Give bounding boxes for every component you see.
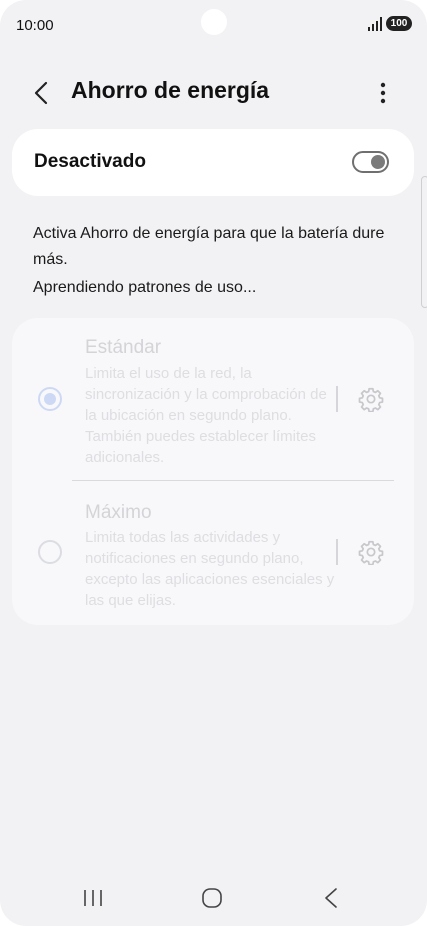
status-time: 10:00 (16, 17, 54, 34)
power-mode-options: Estándar Limita el uso de la red, la sin… (12, 318, 414, 625)
gear-icon[interactable] (358, 386, 384, 412)
power-saving-toggle-card[interactable]: Desactivado (12, 129, 414, 196)
back-button[interactable] (28, 78, 54, 108)
option-standard[interactable]: Estándar Limita el uso de la red, la sin… (12, 318, 414, 480)
learning-status-text: Aprendiendo patrones de uso... (33, 279, 257, 296)
standard-description: Limita el uso de la red, la sincronizaci… (85, 365, 327, 466)
option-maximum[interactable]: Máximo Limita todas las actividades y no… (12, 481, 414, 625)
power-saving-switch[interactable] (352, 151, 389, 173)
maximum-radio[interactable] (38, 540, 62, 564)
maximum-title: Máximo (85, 502, 152, 523)
signal-icon (368, 17, 382, 31)
nav-back-icon[interactable] (322, 886, 340, 910)
front-camera (201, 9, 227, 35)
vertical-divider (336, 539, 338, 565)
description-text: Activa Ahorro de energía para que la bat… (33, 225, 385, 268)
switch-knob (371, 155, 385, 169)
recent-apps-icon[interactable] (82, 888, 104, 908)
home-icon[interactable] (201, 887, 223, 909)
maximum-description: Limita todas las actividades y notificac… (85, 529, 335, 609)
more-options-button[interactable] (370, 78, 396, 108)
toggle-label: Desactivado (34, 151, 146, 172)
scrollbar[interactable] (421, 176, 427, 308)
chevron-left-icon (34, 81, 48, 105)
standard-radio[interactable] (38, 387, 62, 411)
vertical-divider (336, 386, 338, 412)
battery-icon: 100 (386, 16, 412, 31)
gear-icon[interactable] (358, 539, 384, 565)
battery-level: 100 (390, 18, 408, 29)
more-vert-icon (380, 82, 386, 104)
power-saving-screen: 10:00 100 Ahorro de energía Desactivado … (0, 0, 427, 926)
standard-title: Estándar (85, 337, 162, 358)
page-title: Ahorro de energía (71, 77, 270, 103)
